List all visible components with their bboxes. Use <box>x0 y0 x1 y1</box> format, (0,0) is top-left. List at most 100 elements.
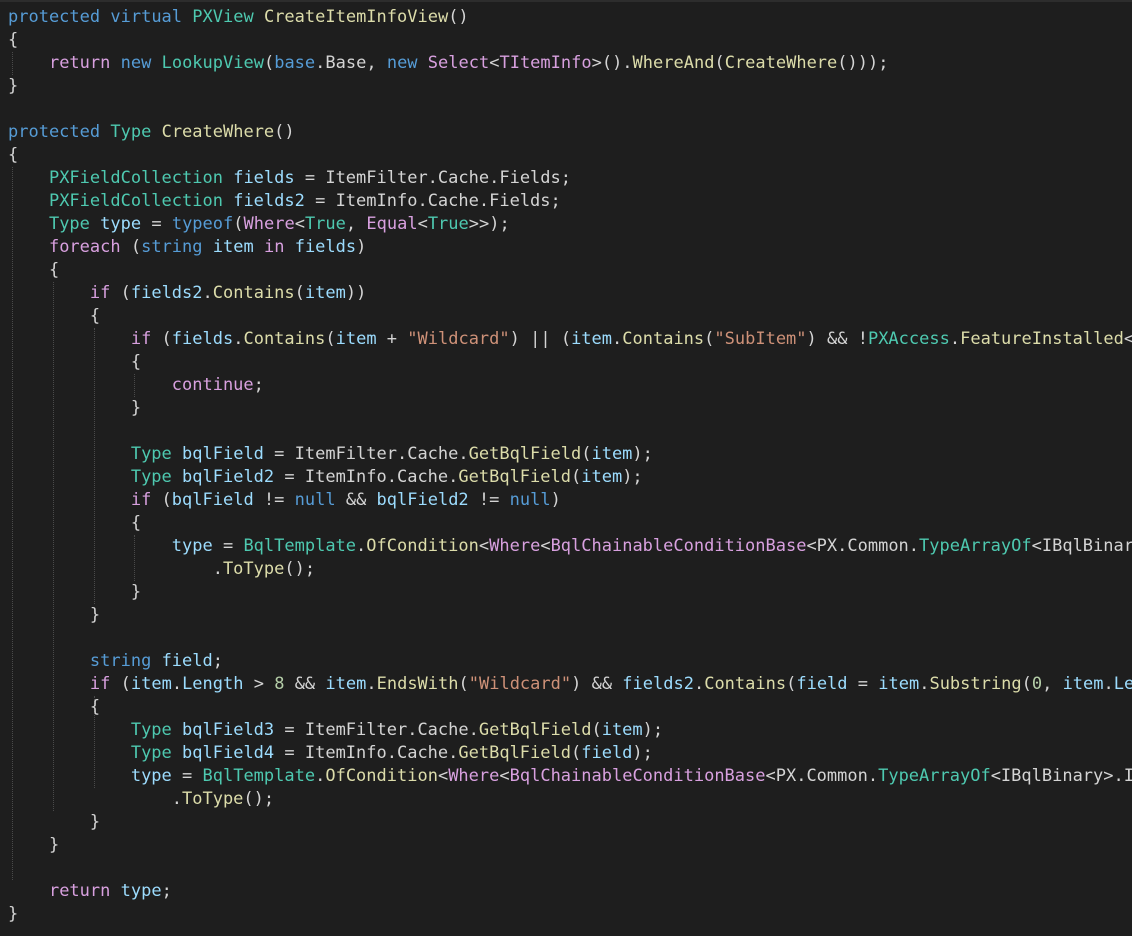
code-line[interactable]: return type; <box>8 880 1132 903</box>
code-line[interactable]: if (fields.Contains(item + "Wildcard") |… <box>8 328 1132 351</box>
code-line[interactable]: if (item.Length > 8 && item.EndsWith("Wi… <box>8 673 1132 696</box>
code-line[interactable]: return new LookupView(base.Base, new Sel… <box>8 52 1132 75</box>
code-token-plain: >>); <box>468 214 510 234</box>
code-token-plain: = <box>847 674 879 694</box>
code-token-plain: ( <box>151 329 172 349</box>
code-token-method: Contains <box>243 329 326 349</box>
code-token-plain: ; <box>161 881 172 901</box>
code-token-plain: } <box>8 398 142 418</box>
code-token-method: GetBqlField <box>458 467 571 487</box>
code-line[interactable]: { <box>8 259 1132 282</box>
code-token-keyword: virtual <box>110 7 183 27</box>
code-token-plain: ) <box>356 237 367 257</box>
code-line[interactable]: string field; <box>8 650 1132 673</box>
code-line[interactable]: Type bqlField4 = ItemInfo.Cache.GetBqlFi… <box>8 742 1132 765</box>
code-line[interactable]: } <box>8 811 1132 834</box>
code-line[interactable]: } <box>8 581 1132 604</box>
code-line[interactable]: } <box>8 834 1132 857</box>
code-token-plain: = ItemInfo.Cache. <box>274 743 459 763</box>
code-line[interactable]: { <box>8 351 1132 374</box>
code-line[interactable] <box>8 420 1132 443</box>
code-token-plain: = <box>212 536 244 556</box>
code-token-variable: type <box>171 536 213 556</box>
code-token-method: OfCondition <box>325 766 438 786</box>
code-line[interactable]: } <box>8 75 1132 98</box>
code-token-plain: = ItemFilter.Cache. <box>263 444 469 464</box>
code-token-plain: (); <box>284 559 316 579</box>
code-token-plain: Cache. <box>437 168 500 188</box>
code-line[interactable]: PXFieldCollection fields2 = ItemInfo.Cac… <box>8 190 1132 213</box>
code-token-plain: ( <box>263 53 275 73</box>
code-editor[interactable]: protected virtual PXView CreateItemInfoV… <box>0 0 1132 936</box>
code-token-plain: < <box>499 766 510 786</box>
code-token-plain: ( <box>786 674 797 694</box>
code-token-variable: fields <box>233 168 295 188</box>
code-line[interactable]: foreach (string item in fields) <box>8 236 1132 259</box>
code-line[interactable]: Type type = typeof(Where<True, Equal<Tru… <box>8 213 1132 236</box>
code-token-plain: ; <box>212 651 223 671</box>
code-line[interactable]: protected virtual PXView CreateItemInfoV… <box>8 6 1132 29</box>
code-line[interactable]: { <box>8 696 1132 719</box>
code-token-plain: } <box>8 812 101 832</box>
code-token-plain: < <box>294 214 305 234</box>
code-line[interactable]: { <box>8 512 1132 535</box>
code-token-plain: } <box>8 76 19 96</box>
code-token-plain: () <box>448 7 469 27</box>
code-line[interactable]: Type bqlField3 = ItemFilter.Cache.GetBql… <box>8 719 1132 742</box>
code-token-variable: item <box>878 674 920 694</box>
code-token-method: FeatureInstalled <box>960 329 1124 349</box>
code-token-variable: fields2 <box>233 191 305 211</box>
code-line[interactable]: if (bqlField != null && bqlField2 != nul… <box>8 489 1132 512</box>
code-token-plain: . <box>1103 674 1114 694</box>
code-token-plain: . <box>366 674 377 694</box>
code-line[interactable]: { <box>8 305 1132 328</box>
code-line[interactable]: Type bqlField2 = ItemInfo.Cache.GetBqlFi… <box>8 466 1132 489</box>
code-line[interactable]: } <box>8 903 1132 926</box>
code-line[interactable]: } <box>8 397 1132 420</box>
code-token-control: Where <box>448 766 500 786</box>
code-token-variable: item <box>591 444 633 464</box>
code-line[interactable]: } <box>8 604 1132 627</box>
code-token-keyword: null <box>509 490 551 510</box>
code-line[interactable]: .ToType(); <box>8 558 1132 581</box>
code-token-plain: . <box>202 283 213 303</box>
code-line[interactable] <box>8 857 1132 880</box>
code-token-plain: . <box>233 329 244 349</box>
code-token-plain: ( <box>591 720 602 740</box>
code-line[interactable]: Type bqlField = ItemFilter.Cache.GetBqlF… <box>8 443 1132 466</box>
code-token-method: ToType <box>222 559 285 579</box>
code-line[interactable]: if (fields2.Contains(item)) <box>8 282 1132 305</box>
code-line[interactable]: continue; <box>8 374 1132 397</box>
code-token-method: GetBqlField <box>478 720 592 740</box>
code-line[interactable]: type = BqlTemplate.OfCondition<Where<Bql… <box>8 765 1132 788</box>
code-token-plain: ); <box>622 467 643 487</box>
code-token-plain: && <box>335 490 377 510</box>
code-line[interactable]: protected Type CreateWhere() <box>8 121 1132 144</box>
code-lines[interactable]: protected virtual PXView CreateItemInfoV… <box>8 6 1132 926</box>
code-line[interactable]: .ToType(); <box>8 788 1132 811</box>
code-token-keyword: protected <box>8 7 101 27</box>
code-token-plain: > <box>243 674 275 694</box>
code-line[interactable] <box>8 627 1132 650</box>
code-token-variable: fields2 <box>130 283 203 303</box>
code-token-method: CreateItemInfoView <box>263 7 449 27</box>
code-token-variable: bqlField2 <box>376 490 469 510</box>
code-line[interactable]: { <box>8 29 1132 52</box>
code-line[interactable]: type = BqlTemplate.OfCondition<Where<Bql… <box>8 535 1132 558</box>
code-line[interactable]: { <box>8 144 1132 167</box>
code-token-method: GetBqlField <box>468 444 582 464</box>
code-line[interactable]: PXFieldCollection fields = ItemFilter.Ca… <box>8 167 1132 190</box>
code-token-plain: )) <box>345 283 367 303</box>
code-line[interactable] <box>8 98 1132 121</box>
